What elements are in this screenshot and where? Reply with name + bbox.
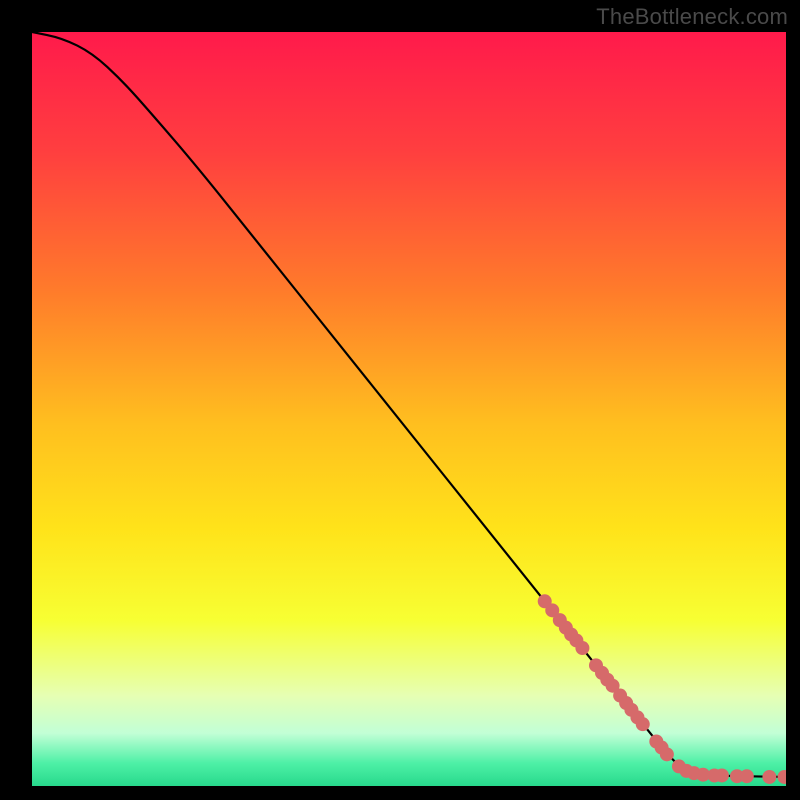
chart-svg: [32, 32, 786, 786]
plot-area: [32, 32, 786, 786]
gradient-background: [32, 32, 786, 786]
highlight-point: [636, 717, 650, 731]
highlight-point: [660, 747, 674, 761]
highlight-point: [740, 769, 754, 783]
watermark-text: TheBottleneck.com: [596, 4, 788, 30]
chart-frame: TheBottleneck.com: [0, 0, 800, 800]
highlight-point: [575, 641, 589, 655]
highlight-point: [762, 770, 776, 784]
highlight-point: [715, 768, 729, 782]
